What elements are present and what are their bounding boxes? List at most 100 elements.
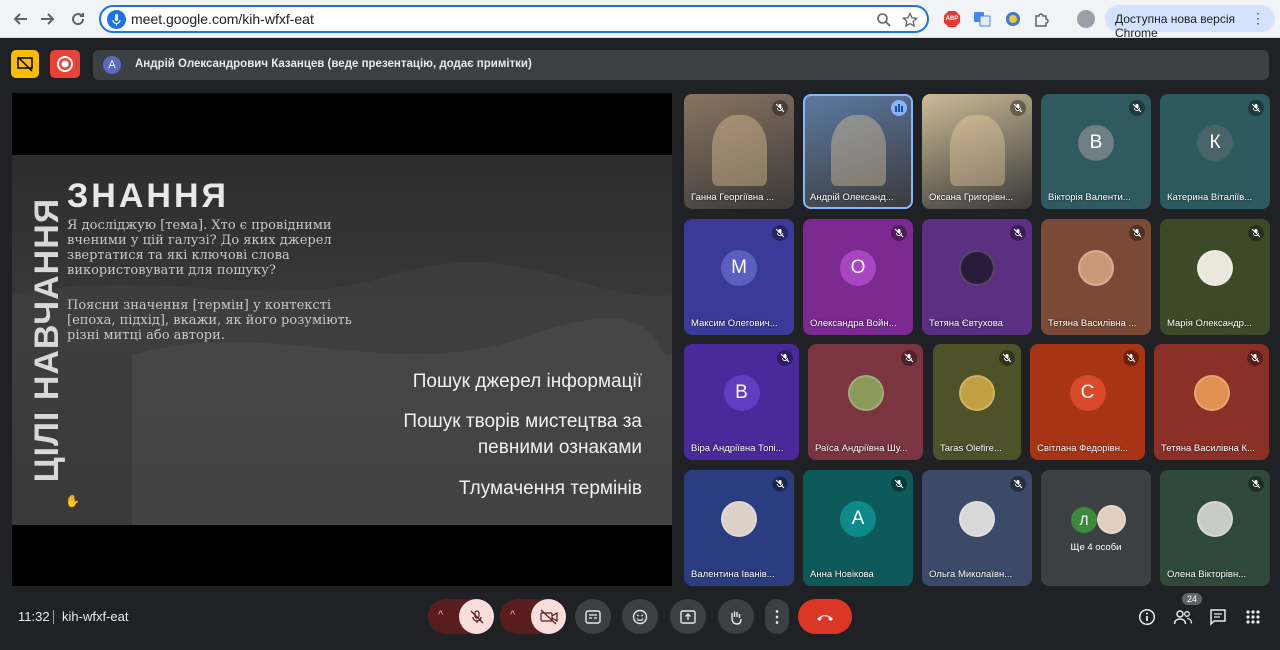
participant-photo bbox=[1197, 501, 1233, 537]
presenter-banner: A Андрій Олександрович Казанцев (веде пр… bbox=[93, 50, 1269, 80]
participant-tile[interactable]: Тетяна Євтухова bbox=[922, 219, 1032, 335]
participant-tile[interactable]: B Віра Андріївна Топі... bbox=[684, 344, 799, 460]
more-vert-icon: ⋮ bbox=[769, 608, 785, 626]
mic-toggle-button[interactable] bbox=[459, 599, 494, 634]
info-icon bbox=[1138, 608, 1156, 626]
mic-muted-icon bbox=[777, 350, 793, 366]
participant-video bbox=[949, 114, 1005, 186]
more-participants-tile[interactable]: Л Ще 4 особи bbox=[1041, 470, 1151, 586]
kebab-menu-icon[interactable]: ⋮ bbox=[1251, 10, 1265, 27]
participant-photo bbox=[721, 501, 757, 537]
present-screen-button[interactable] bbox=[670, 599, 706, 634]
participant-tile[interactable]: Оксана Григорівн... bbox=[922, 94, 1032, 209]
presenter-banner-text: Андрій Олександрович Казанцев (веде през… bbox=[135, 58, 532, 70]
address-bar[interactable]: meet.google.com/kih-wfxf-eat bbox=[99, 5, 929, 33]
mic-muted-icon bbox=[772, 225, 788, 241]
participant-photo bbox=[959, 250, 995, 286]
participant-name: Тетяна Василівна ... bbox=[1048, 318, 1137, 329]
people-button[interactable] bbox=[1172, 606, 1194, 628]
participant-name: Катерина Віталіїв... bbox=[1167, 192, 1253, 203]
mic-off-icon bbox=[470, 609, 483, 623]
present-screen-icon bbox=[680, 609, 696, 624]
meeting-info-button[interactable] bbox=[1136, 606, 1158, 628]
participant-name: Олена Вікторівн... bbox=[1167, 569, 1247, 580]
reload-icon[interactable] bbox=[67, 8, 89, 30]
mic-muted-icon bbox=[1129, 225, 1145, 241]
zoom-icon[interactable] bbox=[875, 11, 893, 29]
emoji-reactions-button[interactable] bbox=[622, 599, 658, 634]
participant-tile[interactable]: Марія Олександр... bbox=[1160, 219, 1270, 335]
adblock-icon[interactable]: ABP bbox=[942, 9, 962, 29]
activities-button[interactable] bbox=[1242, 606, 1264, 628]
slide-bullet-2b: певними ознаками bbox=[477, 437, 642, 458]
participant-name: Віра Андріївна Топі... bbox=[691, 443, 784, 454]
mic-options-chevron-icon[interactable]: ^ bbox=[438, 609, 443, 621]
chrome-update-button[interactable]: Доступна нова версія Chrome ⋮ bbox=[1105, 5, 1275, 40]
microphone-icon[interactable] bbox=[107, 10, 126, 29]
extensions-puzzle-icon[interactable] bbox=[1032, 9, 1052, 29]
participant-photo bbox=[1197, 250, 1233, 286]
participant-name: Максим Олегович... bbox=[691, 318, 778, 329]
participant-avatar: B bbox=[723, 375, 760, 411]
participant-tile[interactable]: Тетяна Василівна ... bbox=[1041, 219, 1151, 335]
participant-name: Тетяна Василівна К... bbox=[1161, 443, 1255, 454]
leave-call-button[interactable] bbox=[798, 599, 852, 634]
participant-avatar: О bbox=[840, 250, 876, 286]
bookmark-star-icon[interactable] bbox=[901, 11, 919, 29]
slide-paragraph-1: Я досліджую [тема]. Хто є провідними вче… bbox=[67, 218, 332, 278]
participant-tile[interactable]: В Вікторія Валенти... bbox=[1041, 94, 1151, 209]
mic-muted-icon bbox=[1247, 350, 1263, 366]
participant-name: Анна Новікова bbox=[810, 569, 874, 580]
participant-tile[interactable]: Тетяна Василівна К... bbox=[1154, 344, 1269, 460]
participant-tile[interactable]: M Максим Олегович... bbox=[684, 219, 794, 335]
url-text[interactable]: meet.google.com/kih-wfxf-eat bbox=[131, 11, 314, 27]
participant-photo bbox=[847, 375, 884, 411]
participant-tile[interactable]: Раїса Андріївна Шу... bbox=[808, 344, 923, 460]
adblock-label: ABP bbox=[945, 16, 959, 22]
presenter-avatar: A bbox=[103, 56, 121, 74]
back-icon[interactable] bbox=[10, 8, 32, 30]
translate-icon[interactable] bbox=[972, 9, 992, 29]
participant-name: Ганна Георгіївна ... bbox=[691, 192, 775, 203]
participant-tile[interactable]: Taras Olefire... bbox=[933, 344, 1021, 460]
profile-avatar[interactable] bbox=[1076, 9, 1096, 29]
participant-tile[interactable]: К Катерина Віталіїв... bbox=[1160, 94, 1270, 209]
forward-icon[interactable] bbox=[36, 8, 58, 30]
mic-muted-icon bbox=[1248, 225, 1264, 241]
participant-name: Марія Олександр... bbox=[1167, 318, 1252, 329]
mic-muted-icon bbox=[891, 225, 907, 241]
participant-tile[interactable]: C Світлана Федорівн... bbox=[1030, 344, 1145, 460]
presentation-slide: ЦІЛІ НАВЧАННЯ ЗНАННЯ Я досліджую [тема].… bbox=[12, 155, 672, 525]
participant-avatar: В bbox=[1078, 124, 1114, 161]
speaking-indicator-icon bbox=[891, 100, 907, 116]
apps-grid-icon bbox=[1246, 610, 1260, 624]
captions-icon bbox=[585, 609, 601, 624]
captions-button[interactable] bbox=[575, 599, 611, 634]
camera-off-icon bbox=[539, 609, 558, 624]
camera-toggle-button[interactable] bbox=[531, 599, 566, 634]
mic-muted-icon bbox=[1248, 100, 1264, 116]
divider bbox=[53, 610, 54, 624]
mic-muted-icon bbox=[772, 100, 788, 116]
participant-tile[interactable]: Валентина Іванів... bbox=[684, 470, 794, 586]
participant-tile[interactable]: Ганна Георгіївна ... bbox=[684, 94, 794, 209]
participant-avatar: A bbox=[840, 501, 876, 537]
more-options-button[interactable]: ⋮ bbox=[765, 599, 789, 634]
participant-tile[interactable]: О Олександра Войн... bbox=[803, 219, 913, 335]
camera-control-group: ^ bbox=[500, 599, 566, 634]
chrome-update-label: Доступна нова версія Chrome bbox=[1115, 12, 1235, 40]
participant-tile[interactable]: A Анна Новікова bbox=[803, 470, 913, 586]
chat-button[interactable] bbox=[1207, 606, 1229, 628]
recording-icon[interactable] bbox=[50, 50, 80, 78]
extension-globe-icon[interactable] bbox=[1003, 9, 1023, 29]
participant-tile[interactable]: Олена Вікторівн... bbox=[1160, 470, 1270, 586]
raise-hand-button[interactable] bbox=[718, 599, 754, 634]
participant-tile[interactable]: Ольга Миколаївн... bbox=[922, 470, 1032, 586]
participant-avatar: C bbox=[1069, 375, 1106, 411]
camera-options-chevron-icon[interactable]: ^ bbox=[510, 609, 515, 621]
mic-control-group: ^ bbox=[428, 599, 494, 634]
participant-video bbox=[830, 114, 886, 186]
more-participants-avatar: Л bbox=[1071, 507, 1097, 533]
presentation-icon[interactable] bbox=[11, 50, 39, 78]
participant-tile[interactable]: Андрій Олександ... bbox=[803, 94, 913, 209]
